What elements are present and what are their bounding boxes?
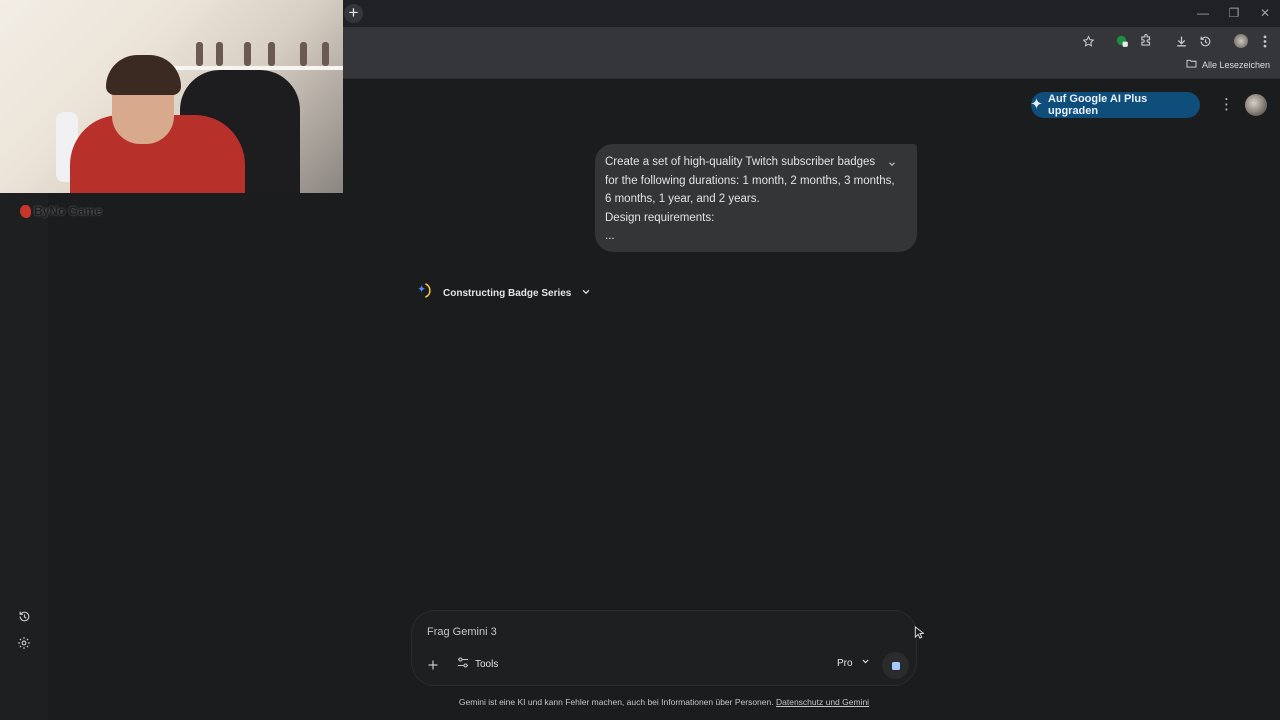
account-avatar[interactable] [1245,94,1267,116]
prompt-line: ... [605,230,615,243]
figurine [322,42,329,66]
sparkle-icon [1031,98,1042,112]
prompt-input[interactable] [427,623,807,641]
disclaimer-text: Gemini ist eine KI und kann Fehler mache… [458,697,774,707]
expand-prompt-chevron-icon[interactable] [887,156,901,170]
logo-mark-icon [20,204,31,218]
all-bookmarks-button[interactable]: Alle Lesezeichen [1186,59,1270,70]
streamer-logo-text: ByNo Game [34,204,103,218]
mouse-cursor-icon [914,625,926,640]
profile-avatar-icon[interactable] [1232,32,1250,50]
prompt-line: Design requirements: [605,211,715,224]
chevron-down-icon [861,657,870,669]
prompt-line: Create a set of high-quality Twitch subs… [605,156,876,168]
window-minimize-button[interactable]: — [1188,0,1218,27]
model-label: Pro [837,657,853,669]
figurine [300,42,307,66]
window-restore-button[interactable]: ❐ [1219,0,1249,27]
stop-generation-button[interactable] [882,652,909,679]
figurine [196,42,203,66]
user-prompt-text: Create a set of high-quality Twitch subs… [605,153,895,246]
tools-button[interactable]: Tools [457,657,498,671]
streamer-hair [106,55,181,95]
extension-shield-icon[interactable] [1113,32,1131,50]
folder-icon [1186,59,1197,70]
chevron-down-icon [581,284,591,302]
more-options-icon[interactable]: ⋮ [1219,96,1234,114]
window-close-button[interactable]: ✕ [1250,0,1280,27]
streamer-logo: ByNo Game [20,204,102,218]
tools-sliders-icon [457,657,469,671]
thinking-label: Constructing Badge Series [443,287,572,299]
history-icon[interactable] [1196,32,1214,50]
bookmark-star-icon[interactable] [1079,32,1097,50]
model-selector[interactable]: Pro [837,657,870,669]
prompt-line: 6 months, 1 year, and 2 years. [605,193,760,206]
add-attachment-icon[interactable] [425,657,441,673]
privacy-link[interactable]: Datenschutz und Gemini [776,697,869,707]
activity-history-icon[interactable] [15,607,33,625]
new-tab-button[interactable]: + [344,4,363,23]
prompt-composer: Tools Pro [411,610,917,686]
all-bookmarks-label: Alle Lesezeichen [1201,59,1270,70]
user-prompt-bubble: Create a set of high-quality Twitch subs… [595,144,917,252]
prompt-line: for the following durations: 1 month, 2 … [605,174,895,187]
figurine [244,42,251,66]
settings-gear-icon[interactable] [15,634,33,652]
extensions-puzzle-icon[interactable] [1137,32,1155,50]
figurine [268,42,275,66]
upgrade-plan-button[interactable]: Auf Google AI Plus upgraden [1031,92,1200,118]
upgrade-button-label: Auf Google AI Plus upgraden [1048,93,1148,117]
thinking-status[interactable]: Constructing Badge Series [416,282,591,304]
webcam-overlay [0,0,343,193]
footer-disclaimer: Gemini ist eine KI und kann Fehler mache… [411,697,917,707]
gemini-spinner-icon [416,282,433,304]
figurine [216,42,223,66]
download-icon[interactable] [1172,32,1190,50]
stop-square-icon [891,661,900,670]
tools-label: Tools [475,658,499,670]
browser-menu-icon[interactable] [1256,32,1274,50]
